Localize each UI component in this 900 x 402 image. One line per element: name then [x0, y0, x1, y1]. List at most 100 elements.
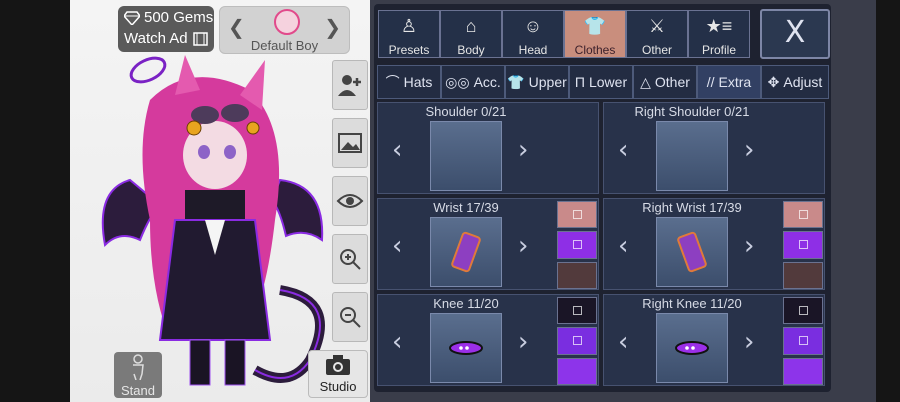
- sword-cat-icon: ⚔: [648, 16, 666, 36]
- chevron-left-icon[interactable]: ❮: [228, 15, 245, 39]
- chevron-left-icon[interactable]: ‹: [392, 231, 402, 261]
- slot-title: Right Shoulder 0/21: [634, 104, 750, 119]
- zoom-out-button[interactable]: [332, 292, 368, 342]
- panel-body: ♙ Presets ⌂ Body ☺ Head 👕 Clothes ⚔ Othe…: [374, 4, 831, 392]
- shirt-icon: 👕: [507, 73, 525, 90]
- chevron-right-icon[interactable]: ›: [744, 135, 754, 165]
- studio-button[interactable]: Studio: [308, 350, 368, 398]
- close-button[interactable]: X: [760, 9, 830, 59]
- color-swatch-2[interactable]: [783, 231, 823, 259]
- slash-icon: //: [706, 74, 715, 90]
- subtab-lower[interactable]: Π Lower: [569, 65, 633, 99]
- color-swatch-1[interactable]: [783, 297, 823, 325]
- subtab-acc[interactable]: ◎◎ Acc.: [441, 65, 505, 99]
- slot-title: Shoulder 0/21: [425, 104, 507, 119]
- color-swatches: [781, 295, 825, 387]
- slot-preview: [430, 121, 502, 191]
- move-icon: ✥: [767, 73, 780, 90]
- character-avatar: [274, 9, 300, 35]
- color-swatch-2[interactable]: [557, 231, 597, 259]
- slot-knee: Knee 11/20 ‹ ›: [377, 294, 599, 386]
- tab-presets[interactable]: ♙ Presets: [378, 10, 440, 58]
- chevron-right-icon[interactable]: ›: [744, 327, 754, 357]
- subtab-extra[interactable]: //Extra: [697, 65, 761, 99]
- eye-icon: [336, 194, 364, 208]
- subtab-hats[interactable]: ⌒ Hats: [377, 65, 441, 99]
- add-character-button[interactable]: [332, 60, 368, 110]
- left-letterbox: [0, 0, 70, 402]
- zoom-in-button[interactable]: [332, 234, 368, 284]
- slot-preview: [430, 217, 502, 287]
- slot-wrist: Wrist 17/39 ‹ ›: [377, 198, 599, 290]
- color-swatch-3[interactable]: [783, 261, 823, 289]
- slot-title: Right Knee 11/20: [642, 296, 742, 311]
- chevron-left-icon[interactable]: ‹: [392, 135, 402, 165]
- color-swatch-2[interactable]: [557, 327, 597, 355]
- subtab-upper[interactable]: 👕 Upper: [505, 65, 569, 99]
- image-icon: [338, 133, 362, 153]
- wrist-item-icon: [451, 231, 481, 273]
- color-swatches: [555, 199, 599, 291]
- glasses-icon: ◎◎: [445, 73, 470, 90]
- add-person-icon: [338, 75, 361, 96]
- jacket-icon: ⌂: [465, 16, 477, 36]
- subtab-other[interactable]: △ Other: [633, 65, 697, 99]
- zoom-in-icon: [340, 249, 361, 270]
- cap-icon: ⌒: [385, 74, 400, 90]
- color-swatch-3[interactable]: [783, 357, 823, 385]
- slot-title: Wrist 17/39: [433, 200, 499, 215]
- stand-button[interactable]: Stand: [114, 352, 162, 398]
- zoom-out-icon: [340, 307, 361, 328]
- chevron-right-icon[interactable]: ›: [518, 327, 528, 357]
- gem-icon: [124, 10, 140, 25]
- slot-right-wrist: Right Wrist 17/39 ‹ ›: [603, 198, 825, 290]
- color-swatch-3[interactable]: [557, 261, 597, 289]
- wrist-item-icon: [677, 231, 707, 273]
- studio-label: Studio: [319, 379, 357, 394]
- shirt-icon: 👕: [583, 16, 607, 36]
- slot-title: Knee 11/20: [433, 296, 499, 311]
- slot-preview: [656, 313, 728, 383]
- gems-count: 500 Gems: [144, 9, 214, 26]
- color-swatch-2[interactable]: [783, 327, 823, 355]
- color-swatches: [555, 295, 599, 387]
- tab-body[interactable]: ⌂ Body: [440, 10, 502, 58]
- slot-preview: [656, 121, 728, 191]
- chevron-right-icon[interactable]: ❯: [324, 15, 341, 39]
- right-letterbox: [876, 0, 900, 402]
- chevron-left-icon[interactable]: ‹: [618, 135, 628, 165]
- chevron-right-icon[interactable]: ›: [518, 135, 528, 165]
- character-illustration: [101, 55, 325, 386]
- stand-pose-icon: [133, 354, 144, 381]
- knee-item-icon: [675, 341, 709, 355]
- chevron-left-icon[interactable]: ‹: [618, 231, 628, 261]
- stand-label: Stand: [121, 383, 155, 398]
- background-button[interactable]: [332, 118, 368, 168]
- color-swatch-1[interactable]: [557, 297, 597, 325]
- slot-right-shoulder: Right Shoulder 0/21 ‹ ›: [603, 102, 825, 194]
- camera-icon: [326, 355, 350, 375]
- character-stage: 500 Gems Watch Ad ❮ ❯ Default Boy Stand …: [70, 0, 370, 402]
- slot-preview: [430, 313, 502, 383]
- chevron-left-icon[interactable]: ‹: [618, 327, 628, 357]
- subtab-adjust[interactable]: ✥ Adjust: [761, 65, 829, 99]
- knee-item-icon: [449, 341, 483, 355]
- hair-icon: ☺: [523, 16, 543, 36]
- star-list-icon: ★≡: [705, 16, 733, 36]
- slot-right-knee: Right Knee 11/20 ‹ ›: [603, 294, 825, 386]
- person-silhouette-icon: ♙: [400, 16, 418, 36]
- chevron-left-icon[interactable]: ‹: [392, 327, 402, 357]
- tab-profile[interactable]: ★≡ Profile: [688, 10, 750, 58]
- color-swatch-3[interactable]: [557, 357, 597, 385]
- tab-clothes[interactable]: 👕 Clothes: [564, 10, 626, 58]
- color-swatches: [781, 199, 825, 291]
- tab-head[interactable]: ☺ Head: [502, 10, 564, 58]
- chevron-right-icon[interactable]: ›: [518, 231, 528, 261]
- tab-other[interactable]: ⚔ Other: [626, 10, 688, 58]
- chevron-right-icon[interactable]: ›: [744, 231, 754, 261]
- pants-icon: Π: [574, 74, 585, 90]
- color-swatch-1[interactable]: [783, 201, 823, 229]
- color-swatch-1[interactable]: [557, 201, 597, 229]
- visibility-button[interactable]: [332, 176, 368, 226]
- slot-preview: [656, 217, 728, 287]
